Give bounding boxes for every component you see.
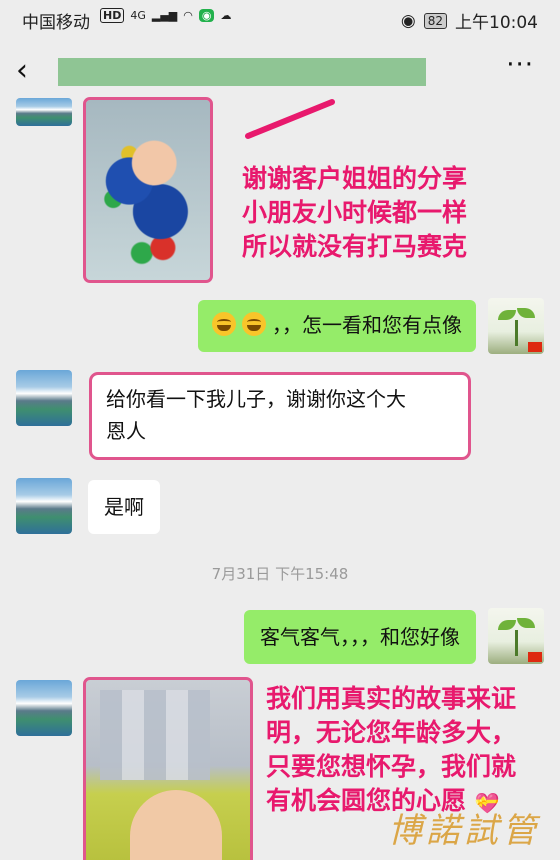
cloud-icon: ☁	[220, 9, 232, 22]
baby-photo-mosaic[interactable]	[83, 677, 253, 860]
message-text: 是啊	[104, 495, 144, 519]
grin-emoji-icon	[212, 312, 236, 336]
annotation-line: 谢谢客户姐姐的分享	[242, 164, 468, 193]
contact-avatar[interactable]	[16, 98, 72, 126]
battery-icon: 82	[423, 12, 447, 29]
message-text: 恩人	[106, 419, 146, 443]
status-icons: HD 4G ▂▄▆ ◠ ◉ ☁	[100, 8, 231, 23]
mosaic-area	[100, 690, 210, 780]
my-avatar[interactable]	[488, 298, 544, 354]
status-bar: 中国移动 HD 4G ▂▄▆ ◠ ◉ ☁ ◉ 82 上午10:04	[0, 0, 560, 38]
watermark: 博諾試管	[388, 811, 540, 851]
chat-title-redacted	[58, 58, 426, 86]
network-icon: 4G	[130, 9, 146, 22]
my-avatar[interactable]	[488, 608, 544, 664]
message-text: 给你看一下我儿子，谢谢你这个大	[106, 387, 406, 411]
annotation-top: 谢谢客户姐姐的分享 小朋友小时候都一样 所以就没有打马赛克	[242, 162, 467, 264]
message-bubble-left[interactable]: 给你看一下我儿子，谢谢你这个大 恩人	[89, 372, 471, 460]
annotation-arrow	[245, 99, 335, 139]
annotation-line: 只要您想怀孕，我们就	[266, 752, 517, 781]
chat-header: ‹ ···	[0, 38, 560, 104]
signal-icon: ▂▄▆	[151, 9, 178, 22]
annotation-line: 明，无论您年龄多大，	[266, 718, 517, 747]
flag-icon	[528, 342, 542, 352]
message-bubble-left[interactable]: 是啊	[88, 480, 160, 534]
annotation-bottom: 我们用真实的故事来证 明，无论您年龄多大， 只要您想怀孕，我们就 有机会圆您的心…	[266, 682, 516, 820]
clock: 上午10:04	[455, 13, 538, 33]
contact-avatar[interactable]	[16, 478, 72, 534]
more-icon[interactable]: ···	[506, 50, 534, 80]
grin-emoji-icon	[242, 312, 266, 336]
message-bubble-right[interactable]: ，，怎一看和您有点像	[198, 300, 476, 352]
wechat-status-icon: ◉	[198, 9, 215, 22]
annotation-line: 我们用真实的故事来证	[266, 684, 517, 713]
wifi-icon: ◠	[183, 9, 193, 22]
flag-icon	[528, 652, 542, 662]
contact-avatar[interactable]	[16, 370, 72, 426]
baby-pool-photo[interactable]	[83, 97, 213, 283]
annotation-line: 小朋友小时候都一样	[242, 198, 468, 227]
message-bubble-right[interactable]: 客气客气，，，和您好像	[244, 610, 476, 664]
hd-icon: HD	[100, 8, 125, 23]
back-icon[interactable]: ‹	[16, 54, 46, 88]
carrier-label: 中国移动	[22, 13, 90, 33]
baby-face	[130, 790, 222, 860]
eye-icon: ◉	[400, 10, 416, 31]
message-text: 客气客气，，，和您好像	[260, 625, 460, 649]
message-timestamp: 7月31日 下午15:48	[211, 565, 349, 583]
contact-avatar[interactable]	[16, 680, 72, 736]
message-text: ，，怎一看和您有点像	[272, 313, 462, 337]
annotation-line: 所以就没有打马赛克	[242, 232, 468, 261]
